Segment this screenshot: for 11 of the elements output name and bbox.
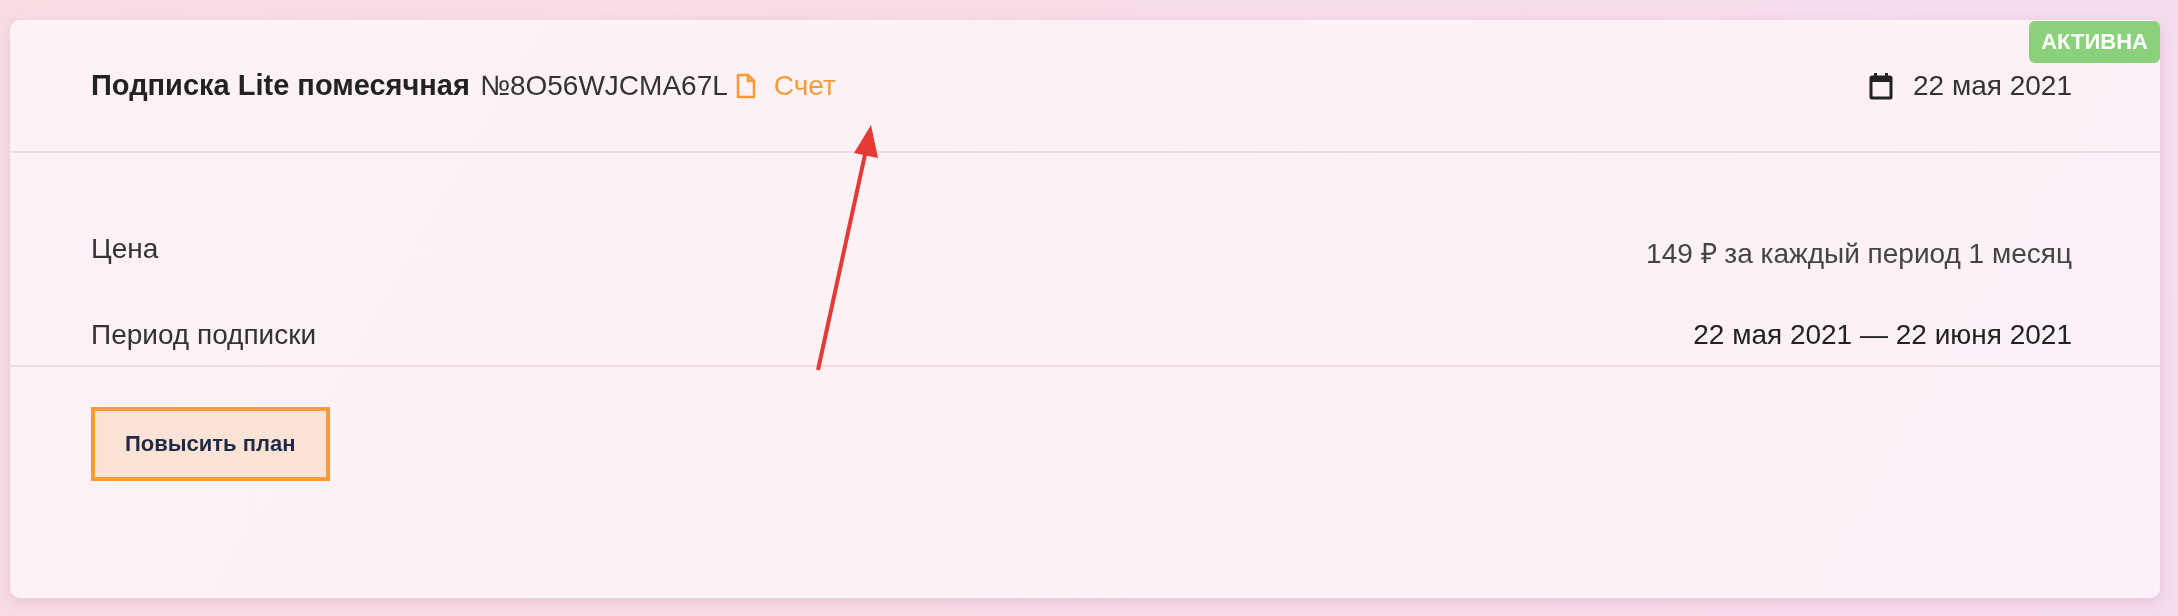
- subscription-title: Подписка Lite помесячная: [91, 69, 470, 102]
- detail-label: Период подписки: [91, 319, 317, 351]
- detail-value: 149 ₽ за каждый период 1 месяц: [1646, 237, 2072, 271]
- subscription-number: №8O56WJCMA67L: [479, 69, 728, 102]
- status-badge: АКТИВНА: [2029, 21, 2160, 63]
- calendar-icon: [1869, 71, 1893, 100]
- detail-value: 22 мая 2021 — 22 июня 2021: [1693, 319, 2072, 351]
- document-icon: [735, 72, 756, 99]
- upgrade-plan-button[interactable]: Повысить план: [91, 407, 330, 481]
- subscription-date: 22 мая 2021: [1913, 69, 2072, 102]
- detail-label: Цена: [91, 233, 159, 266]
